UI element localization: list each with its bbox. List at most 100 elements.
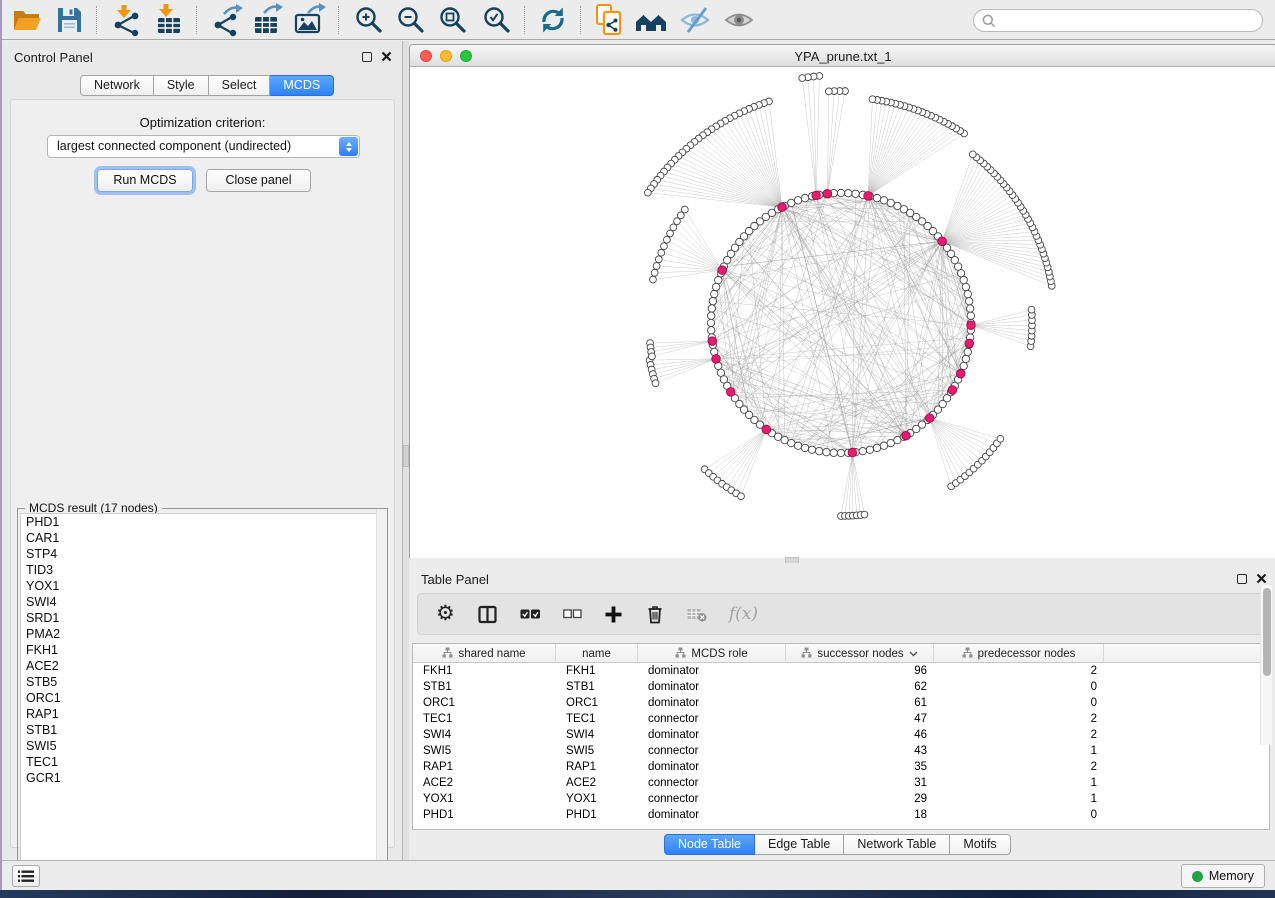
zoom-selected-icon[interactable] (480, 3, 514, 37)
float-panel-icon[interactable] (362, 52, 372, 62)
table-row[interactable]: ORC1ORC1dominator610 (413, 695, 1269, 711)
column-header-predecessor-nodes[interactable]: predecessor nodes (934, 644, 1104, 663)
float-table-panel-icon[interactable] (1237, 574, 1247, 584)
mcds-result-item[interactable]: STB5 (21, 674, 384, 690)
search-input[interactable] (973, 9, 1263, 32)
table-row[interactable]: FKH1FKH1dominator962 (413, 663, 1269, 679)
tab-mcds[interactable]: MCDS (270, 75, 334, 96)
refresh-icon[interactable] (536, 3, 570, 37)
mcds-result-item[interactable]: ACE2 (21, 658, 384, 674)
mcds-result-fieldset: MCDS result (17 nodes) PHD1CAR1STP4TID3Y… (17, 508, 388, 880)
show-columns-icon[interactable] (477, 604, 498, 625)
cytoscape-window: Control Panel NetworkStyleSelectMCDS Opt… (0, 0, 1275, 890)
export-image-icon[interactable] (292, 3, 326, 37)
toolbar-separator (96, 6, 97, 34)
column-header-name[interactable]: name (556, 644, 638, 663)
attribute-icon (675, 647, 686, 661)
deselect-all-icon[interactable] (563, 608, 582, 620)
column-header-successor-nodes[interactable]: successor nodes (786, 644, 934, 663)
show-all-icon[interactable] (722, 3, 756, 37)
mcds-result-item[interactable]: TID3 (21, 562, 384, 578)
mcds-result-item[interactable]: ORC1 (21, 690, 384, 706)
tab-motifs[interactable]: Motifs (950, 834, 1010, 855)
zoom-fit-icon[interactable] (436, 3, 470, 37)
attribute-icon (962, 647, 973, 661)
export-table-icon[interactable] (250, 3, 284, 37)
mcds-result-item[interactable]: FKH1 (21, 642, 384, 658)
criterion-value: largest connected component (undirected) (57, 139, 291, 153)
network-canvas[interactable] (410, 67, 1275, 558)
mcds-result-item[interactable]: GCR1 (21, 770, 384, 786)
criterion-select[interactable]: largest connected component (undirected) (47, 135, 360, 158)
table-row[interactable]: YOX1YOX1connector291 (413, 791, 1269, 807)
import-network-icon[interactable] (110, 3, 144, 37)
desktop-wallpaper (0, 890, 1275, 898)
delete-column-icon[interactable] (645, 604, 665, 624)
import-table-icon[interactable] (152, 3, 186, 37)
run-mcds-button[interactable]: Run MCDS (97, 169, 193, 192)
toolbar-separator (196, 6, 197, 34)
mcds-result-item[interactable]: TEC1 (21, 754, 384, 770)
mcds-result-item[interactable]: STB1 (21, 722, 384, 738)
select-all-icon[interactable] (520, 607, 541, 621)
mcds-result-item[interactable]: SWI4 (21, 594, 384, 610)
main-toolbar (2, 0, 1275, 40)
mcds-result-item[interactable]: SWI5 (21, 738, 384, 754)
column-header-MCDS-role[interactable]: MCDS role (638, 644, 786, 663)
desktop: Control Panel NetworkStyleSelectMCDS Opt… (0, 0, 1275, 898)
first-neighbors-icon[interactable] (634, 3, 668, 37)
export-network-icon[interactable] (210, 3, 244, 37)
table-row[interactable]: RAP1RAP1dominator352 (413, 759, 1269, 775)
mcds-result-item[interactable]: YOX1 (21, 578, 384, 594)
tab-network-table[interactable]: Network Table (844, 834, 950, 855)
delete-table-icon[interactable] (687, 604, 707, 624)
duplicate-network-icon[interactable] (592, 3, 626, 37)
status-bar: Memory (2, 860, 1275, 890)
function-builder-icon[interactable]: f(x) (729, 604, 758, 624)
mcds-result-item[interactable]: CAR1 (21, 530, 384, 546)
tab-style[interactable]: Style (154, 75, 209, 96)
tab-select[interactable]: Select (209, 75, 271, 96)
network-view-window: YPA_prune.txt_1 (409, 44, 1275, 558)
table-scrollbar-thumb[interactable] (1263, 588, 1271, 676)
save-session-icon[interactable] (52, 3, 86, 37)
close-table-panel-icon[interactable] (1256, 573, 1267, 584)
search-icon (982, 14, 996, 28)
optimization-criterion-label: Optimization criterion: (11, 115, 394, 130)
mcds-result-item[interactable]: PHD1 (21, 514, 384, 530)
close-panel-button[interactable]: Close panel (206, 169, 311, 192)
attribute-icon (801, 647, 812, 661)
table-row[interactable]: STB1STB1dominator620 (413, 679, 1269, 695)
zoom-in-icon[interactable] (352, 3, 386, 37)
table-scrollbar[interactable] (1260, 585, 1272, 745)
network-window-titlebar[interactable]: YPA_prune.txt_1 (410, 45, 1275, 67)
tab-network[interactable]: Network (80, 75, 154, 96)
memory-label: Memory (1209, 869, 1254, 883)
table-row[interactable]: SWI5SWI5connector431 (413, 743, 1269, 759)
column-header-shared-name[interactable]: shared name (413, 644, 556, 663)
tab-edge-table[interactable]: Edge Table (755, 834, 844, 855)
mcds-result-item[interactable]: SRD1 (21, 610, 384, 626)
table-row[interactable]: ACE2ACE2connector311 (413, 775, 1269, 791)
close-panel-icon[interactable] (381, 51, 392, 62)
table-options-gear-icon[interactable]: ⚙ (436, 604, 455, 624)
table-row[interactable]: SWI4SWI4dominator462 (413, 727, 1269, 743)
table-tabs: Node TableEdge TableNetwork TableMotifs (664, 834, 1011, 855)
select-stepper-icon (339, 137, 358, 156)
hide-selected-icon[interactable] (678, 3, 712, 37)
network-title: YPA_prune.txt_1 (410, 49, 1275, 64)
mcds-result-item[interactable]: STP4 (21, 546, 384, 562)
add-column-icon[interactable] (604, 605, 623, 624)
tab-node-table[interactable]: Node Table (664, 834, 755, 855)
mcds-result-item[interactable]: PMA2 (21, 626, 384, 642)
node-table-header: shared namenameMCDS rolesuccessor nodesp… (413, 644, 1269, 663)
table-row[interactable]: TEC1TEC1connector472 (413, 711, 1269, 727)
zoom-out-icon[interactable] (394, 3, 428, 37)
task-history-button[interactable] (12, 865, 40, 887)
table-row[interactable]: PHD1PHD1dominator180 (413, 807, 1269, 823)
open-file-icon[interactable] (10, 3, 44, 37)
memory-button[interactable]: Memory (1181, 864, 1265, 888)
result-list-scrollbar[interactable] (376, 509, 387, 879)
mcds-result-item[interactable]: RAP1 (21, 706, 384, 722)
list-icon (18, 870, 34, 883)
